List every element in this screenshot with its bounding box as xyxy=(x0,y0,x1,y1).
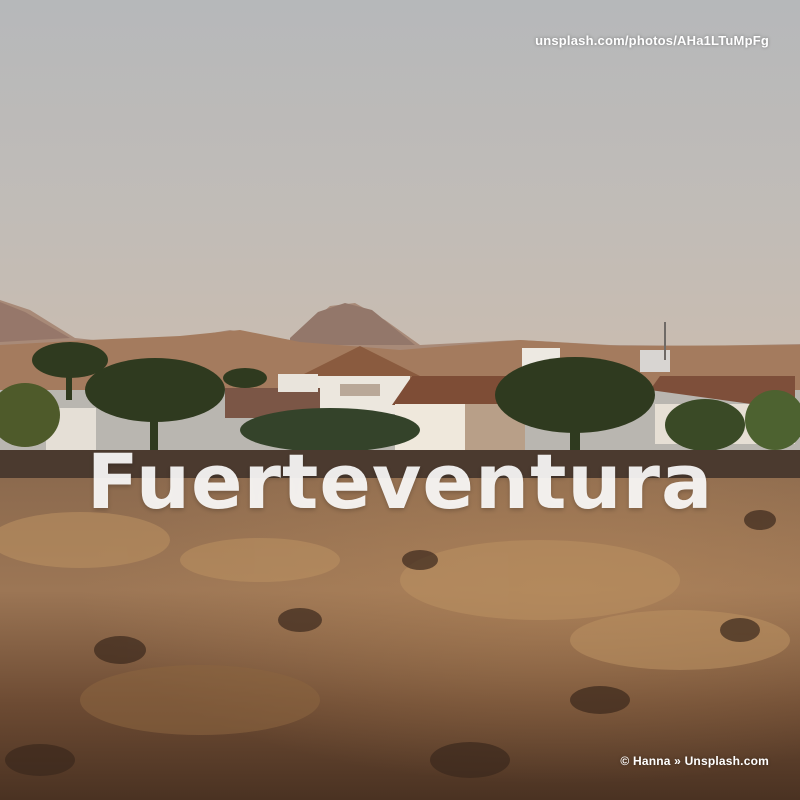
photo-card: unsplash.com/photos/AHa1LTuMpFg Fuerteve… xyxy=(0,0,800,800)
photo-title: Fuerteventura xyxy=(86,437,714,526)
sky xyxy=(0,0,800,360)
landscape-photo xyxy=(0,0,800,800)
photo-credit: © Hanna » Unsplash.com xyxy=(620,754,769,768)
source-url-caption: unsplash.com/photos/AHa1LTuMpFg xyxy=(535,33,769,48)
